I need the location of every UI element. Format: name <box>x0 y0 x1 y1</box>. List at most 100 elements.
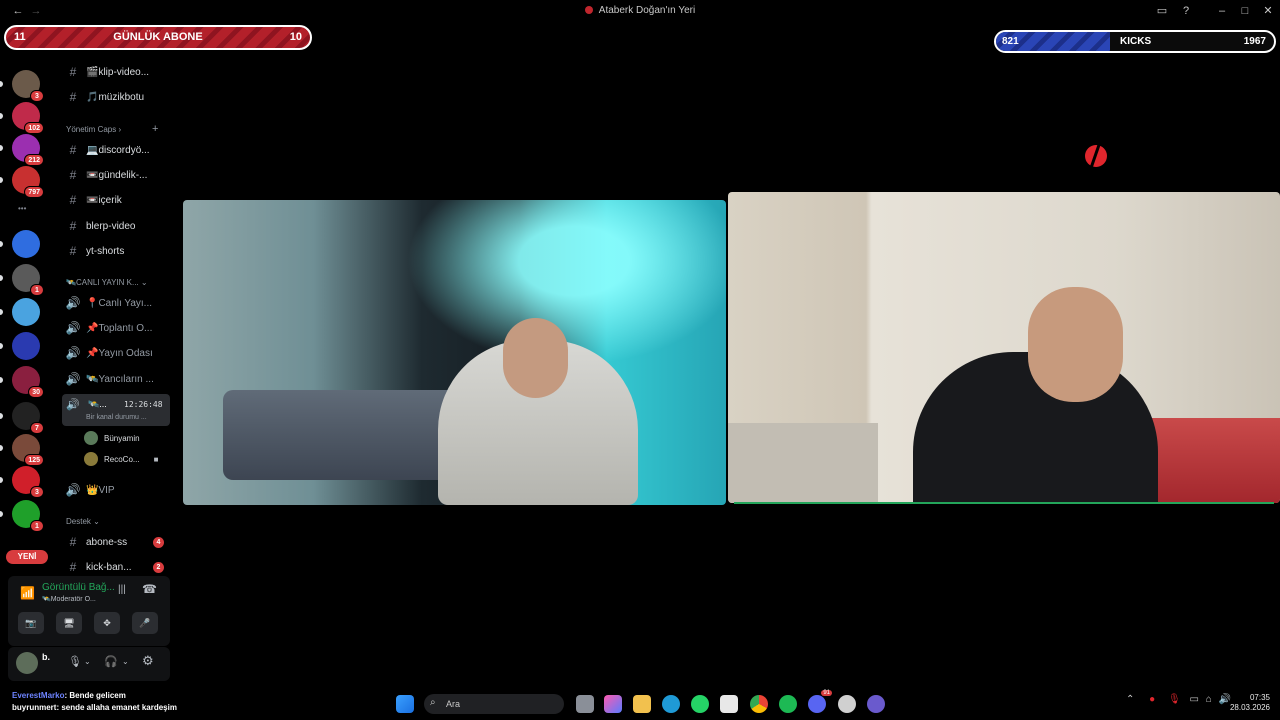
voice-channel[interactable]: 🔊 🛰️Yancıların ... <box>64 369 176 389</box>
speaker-icon: 🔊 <box>66 399 80 411</box>
camera-button[interactable]: 📷 <box>18 612 44 634</box>
server-badge: 1 <box>30 520 44 532</box>
video-tile-left[interactable] <box>183 200 726 505</box>
network-icon[interactable]: ⌂ <box>1206 694 1212 705</box>
signal-icon[interactable]: 📶 <box>20 586 35 600</box>
search-box[interactable]: ⌕ Ara <box>424 694 564 714</box>
tray-app-icon[interactable]: ● <box>1149 694 1155 705</box>
help-icon[interactable]: ? <box>1178 3 1194 19</box>
window-title-text: Ataberk Doğan'ın Yeri <box>598 5 696 16</box>
soundboard-button[interactable]: 🎤 <box>132 612 158 634</box>
spotify-icon[interactable] <box>779 695 797 713</box>
server-icon[interactable]: 102 <box>12 102 44 134</box>
server-icon[interactable]: 3 <box>12 70 44 102</box>
headset-icon[interactable]: 🎧 <box>104 655 118 668</box>
edge-icon[interactable] <box>662 695 680 713</box>
task-view-icon[interactable] <box>576 695 594 713</box>
clock[interactable]: 07:35 28.03.2026 <box>1226 693 1270 713</box>
server-badge: 212 <box>24 154 44 166</box>
channel-label: yt-shorts <box>86 245 125 257</box>
monitor-icon[interactable]: ▭ <box>1189 694 1198 705</box>
noise-suppression-icon[interactable]: ||| <box>118 584 126 595</box>
voice-user[interactable]: Bünyamin <box>84 429 140 447</box>
start-icon[interactable] <box>396 695 414 713</box>
text-channel[interactable]: ▶#kick-ban...2 <box>64 557 176 577</box>
text-channel[interactable]: ▶#📼gündelik-... <box>64 165 176 185</box>
category-caps-label: Yönetim Caps <box>66 125 117 134</box>
text-channel[interactable]: ▶#🎵müzikbotu <box>64 87 176 107</box>
server-icon[interactable]: 1 <box>12 264 44 296</box>
voice-channel-name[interactable]: 🛰️Moderatör O... <box>42 595 96 603</box>
server-icon[interactable] <box>12 298 40 326</box>
channel-label: 🛰️Yancıların ... <box>86 373 154 385</box>
username[interactable]: b. <box>42 652 50 662</box>
voice-channel[interactable]: 🔊 📌Toplantı O... <box>64 318 176 338</box>
microphone-icon[interactable]: 🎙 <box>68 655 82 668</box>
minimize-icon[interactable]: – <box>1214 3 1230 19</box>
maximize-icon[interactable]: □ <box>1237 3 1253 19</box>
mention-count: 2 <box>153 561 164 573</box>
server-icon[interactable]: 3 <box>12 466 44 498</box>
kicks-bar: 821 KICKS 1967 <box>994 30 1276 53</box>
speaker-icon: 🔊 <box>65 483 81 497</box>
server-icon[interactable] <box>12 332 40 360</box>
activities-button[interactable]: ✥ <box>94 612 120 634</box>
channel-label: 🎬klip-video... <box>86 66 150 78</box>
discord-icon[interactable]: 91 <box>808 690 832 713</box>
category-live[interactable]: 🛰️CANLI YAYIN K... ⌄ <box>66 278 148 287</box>
whatsapp-icon[interactable] <box>691 695 709 713</box>
category-caps[interactable]: Yönetim Caps › <box>66 125 121 134</box>
chevron-down-icon[interactable]: ⌄ <box>84 657 91 666</box>
voice-status[interactable]: Görüntülü Bağ... <box>42 582 115 593</box>
server-icon[interactable]: 125 <box>12 434 44 466</box>
voice-channel[interactable]: 🔊 📌Yayın Odası <box>64 343 176 363</box>
video-tile-right[interactable] <box>728 192 1280 503</box>
speaker-icon: 🔊 <box>65 346 81 360</box>
server-badge: 797 <box>24 186 44 198</box>
server-icon[interactable]: 7 <box>12 402 44 434</box>
app-icon[interactable] <box>838 695 856 713</box>
server-icon[interactable] <box>12 230 40 258</box>
text-channel[interactable]: ▶#abone-ss4 <box>64 532 176 552</box>
app-icon[interactable] <box>867 695 885 713</box>
microphone-icon[interactable]: 🎙 <box>1168 694 1181 705</box>
server-icon[interactable]: 212 <box>12 134 44 166</box>
voice-user-name: Bünyamin <box>104 433 140 443</box>
search-icon: ⌕ <box>430 697 436 708</box>
add-channel-icon[interactable]: + <box>152 123 158 135</box>
text-channel[interactable]: ▶#📼içerik <box>64 190 176 210</box>
category-support[interactable]: Destek ⌄ <box>66 517 100 526</box>
voice-channel[interactable]: 🔊 📍Canlı Yayı... <box>64 293 176 313</box>
unread-pill <box>0 81 3 87</box>
voice-channel[interactable]: 🔊 👑VIP <box>64 480 176 500</box>
text-channel[interactable]: ▶#yt-shorts <box>64 241 176 261</box>
server-icon[interactable]: 1 <box>12 500 44 532</box>
inbox-icon[interactable]: ▭ <box>1154 3 1170 19</box>
speaking-indicator <box>734 502 1274 504</box>
chrome-icon[interactable] <box>750 695 768 713</box>
hash-icon: # <box>69 219 77 233</box>
close-icon[interactable]: ✕ <box>1260 3 1276 19</box>
chevron-up-icon[interactable]: ⌃ <box>1126 694 1134 705</box>
avatar[interactable] <box>16 652 38 674</box>
unread-pill <box>0 343 3 349</box>
chevron-down-icon[interactable]: ⌄ <box>122 657 129 666</box>
unread-pill <box>0 177 3 183</box>
mention-count: 4 <box>153 536 164 548</box>
server-badge: 7 <box>30 422 44 434</box>
copilot-icon[interactable] <box>604 695 622 713</box>
text-channel[interactable]: ▶#🎬klip-video... <box>64 62 176 82</box>
new-badge[interactable]: YENİ <box>6 550 48 564</box>
server-icon[interactable]: 797 <box>12 166 44 198</box>
active-voice-channel[interactable]: 🔊 🛰️... 12:26:48 Bir kanal durumu ... <box>62 394 170 426</box>
text-channel[interactable]: ▶#💻discordyö... <box>64 140 176 160</box>
screen-share-button[interactable]: 🖥 <box>56 612 82 634</box>
store-icon[interactable] <box>720 695 738 713</box>
text-channel[interactable]: ▶#blerp-video <box>64 216 176 236</box>
file-explorer-icon[interactable] <box>633 695 651 713</box>
unread-pill <box>0 275 3 281</box>
voice-user[interactable]: RecoCo... ■ <box>84 450 158 468</box>
server-icon[interactable]: 30 <box>12 366 44 398</box>
settings-gear-icon[interactable]: ⚙ <box>142 653 154 669</box>
disconnect-icon[interactable]: ☎ <box>142 582 157 596</box>
